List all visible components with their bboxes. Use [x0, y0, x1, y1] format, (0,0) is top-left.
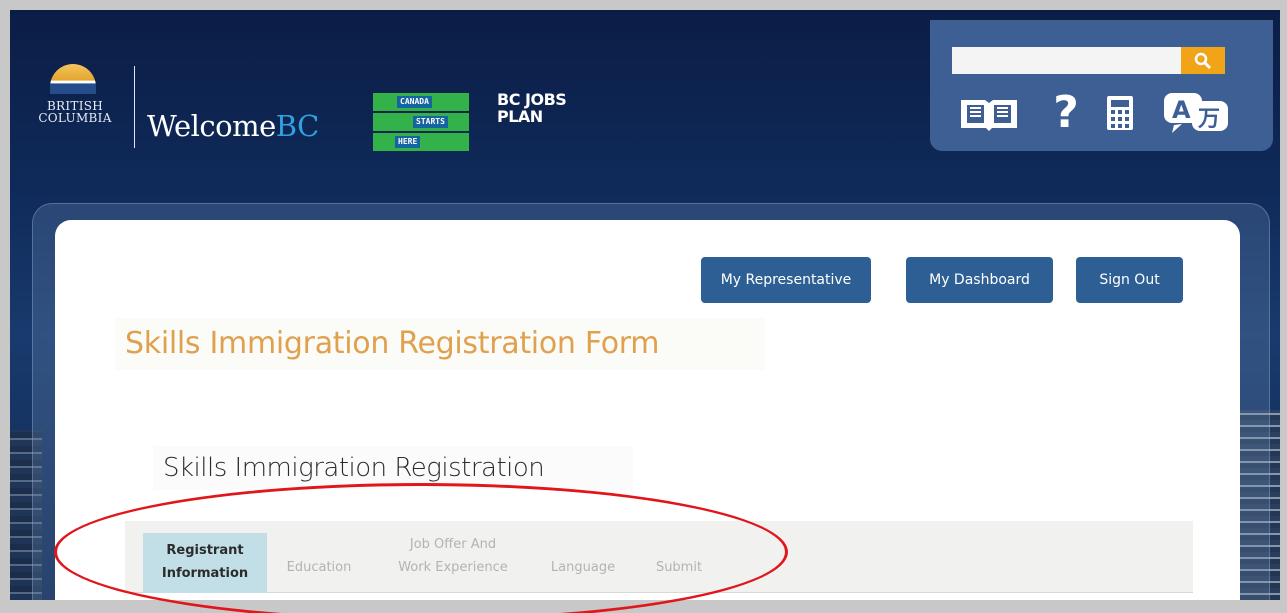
help-icon[interactable]: ? [1046, 90, 1086, 135]
highlight-oval-annotation [54, 483, 788, 613]
welcomebc-logo[interactable]: WelcomeBC [147, 109, 319, 143]
search-button[interactable] [1181, 47, 1225, 74]
my-dashboard-button[interactable]: My Dashboard [906, 257, 1053, 303]
province-logo-line2: COLUMBIA [38, 111, 112, 125]
svg-text:A: A [1172, 96, 1191, 124]
svg-text:万: 万 [1197, 107, 1220, 132]
province-logo-text: BRITISH COLUMBIA [34, 100, 116, 124]
brand-suffix: BC [275, 109, 320, 143]
calculator-icon[interactable] [1100, 90, 1140, 135]
logo-divider [134, 66, 135, 148]
book-icon[interactable] [956, 90, 1022, 135]
translate-icon[interactable]: A 万 [1161, 90, 1233, 135]
canada-logo-line3: HERE [395, 136, 421, 148]
canada-starts-here-logo[interactable]: CANADA STARTS HERE [373, 91, 469, 155]
logo-block-3 [373, 133, 469, 151]
my-representative-button[interactable]: My Representative [701, 257, 871, 303]
tools-panel: ? A 万 [930, 20, 1273, 151]
brand-prefix: Welcome [147, 109, 276, 143]
search-input[interactable] [952, 47, 1181, 74]
jobs-logo-line2: PLAN [497, 107, 543, 126]
bc-jobs-plan-logo[interactable]: BC JOBS PLAN [497, 91, 567, 125]
canada-logo-line2: STARTS [413, 116, 448, 128]
sun-mountain-emblem [50, 64, 96, 94]
page-title: Skills Immigration Registration Form [115, 318, 765, 370]
sign-out-button[interactable]: Sign Out [1076, 257, 1183, 303]
british-columbia-logo[interactable]: BRITISH COLUMBIA [34, 62, 126, 152]
canada-logo-line1: CANADA [397, 96, 432, 108]
search-icon [1194, 52, 1212, 69]
jobs-logo-line1: BC JOBS [497, 90, 567, 109]
